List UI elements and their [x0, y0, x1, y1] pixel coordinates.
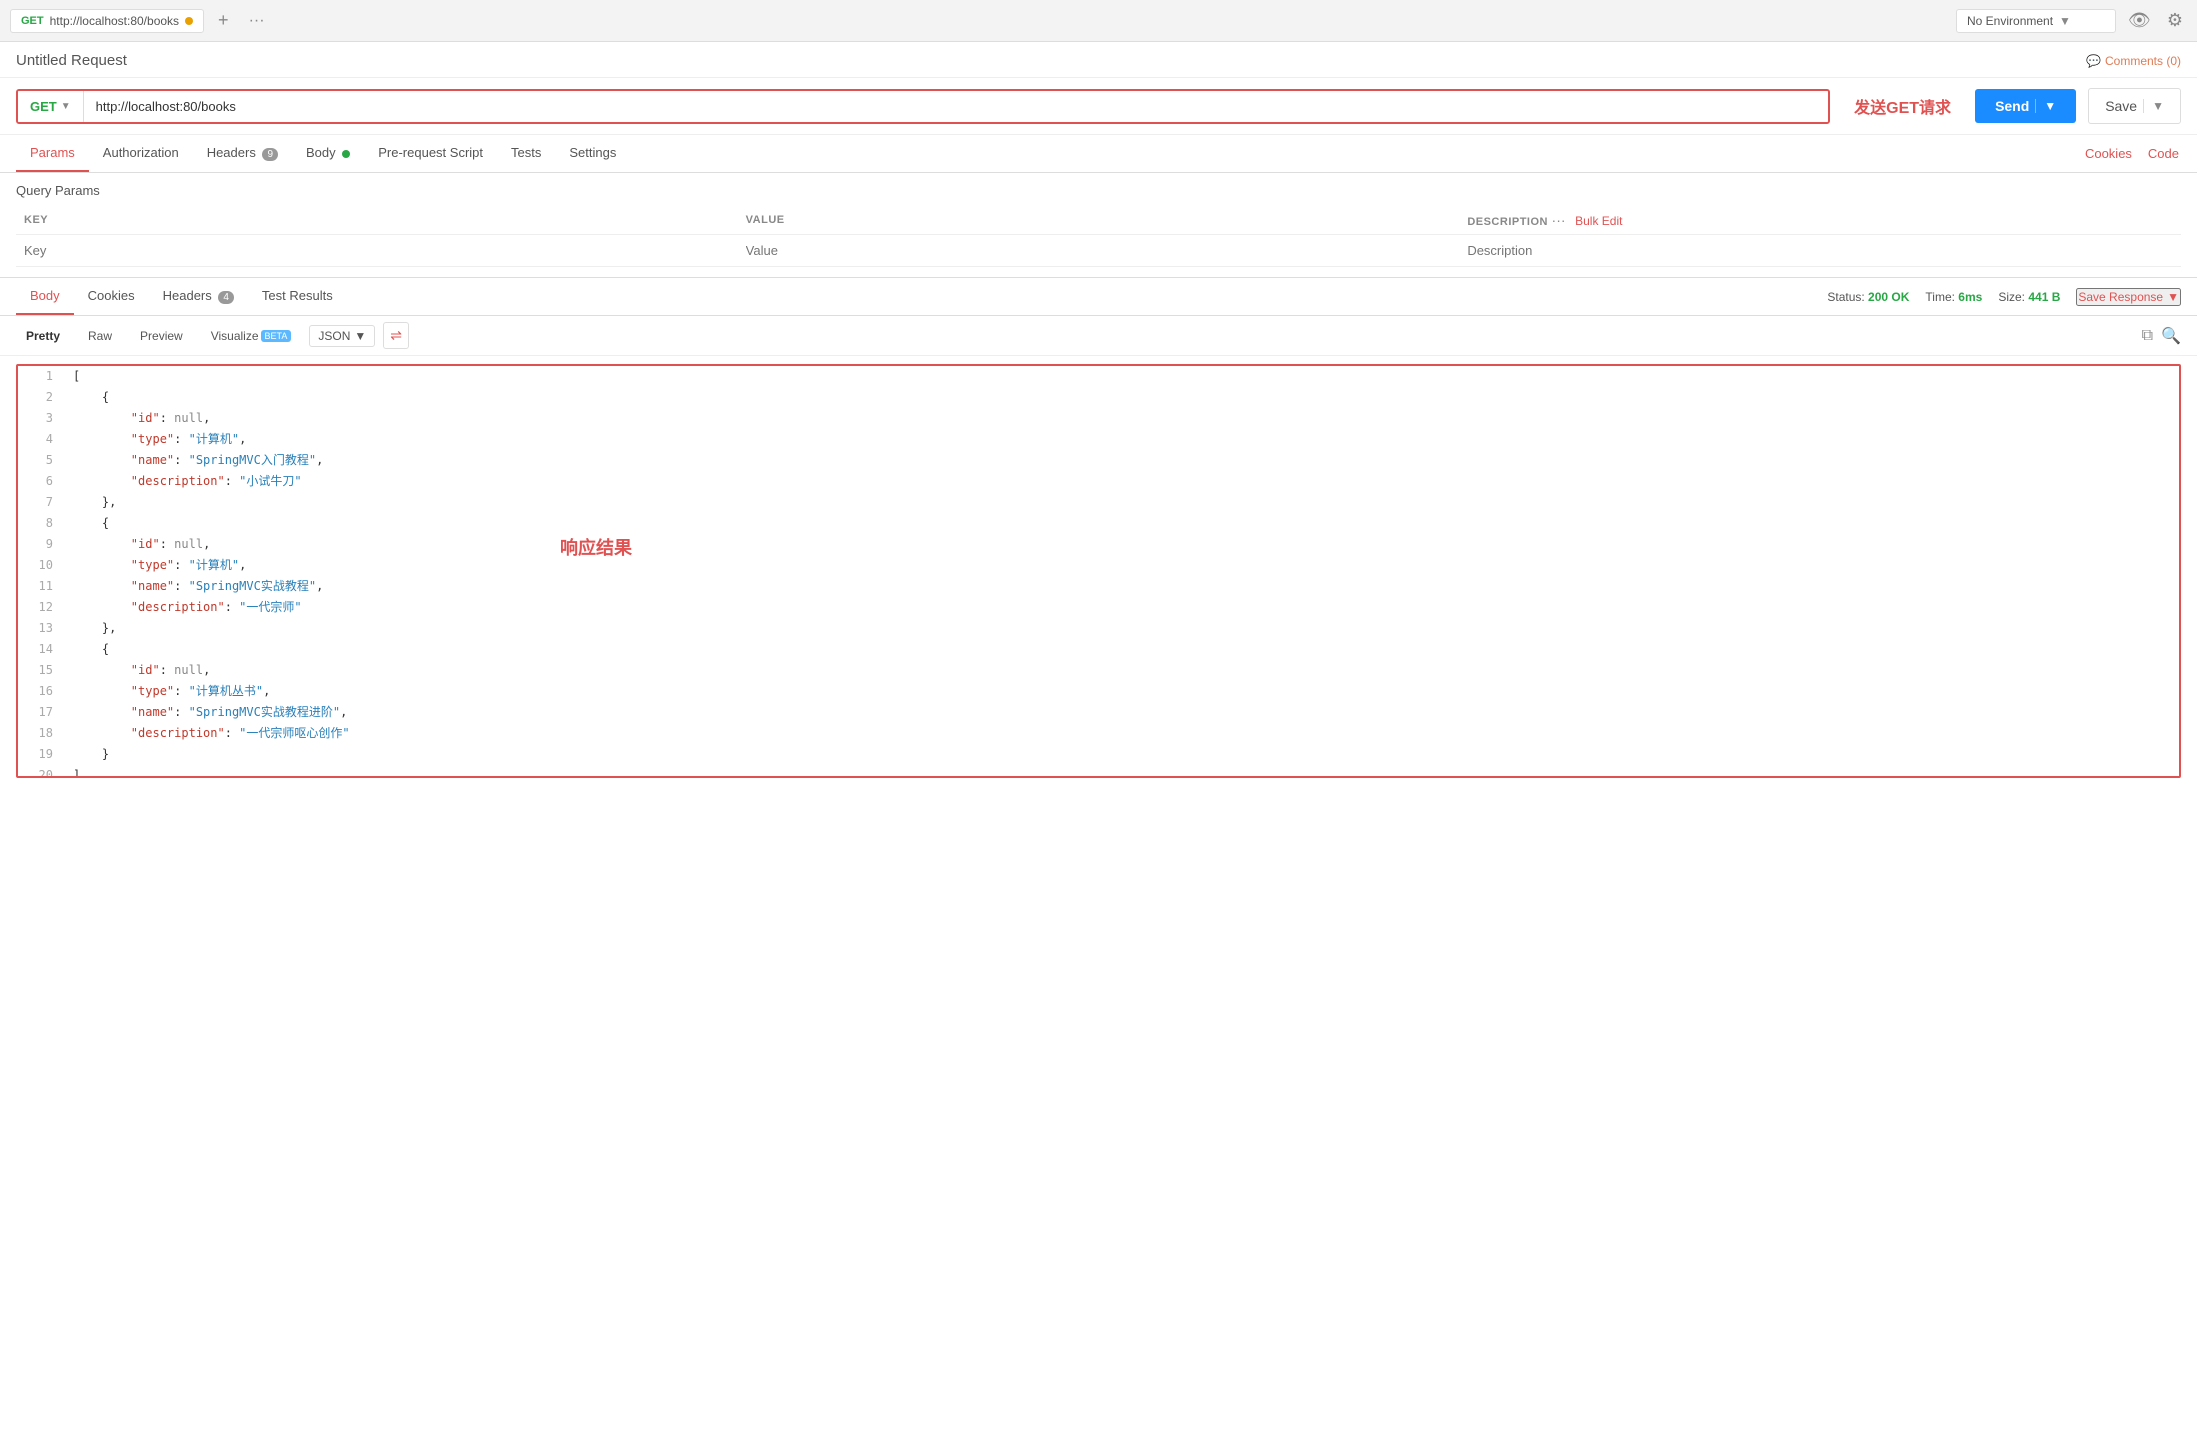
top-bar: GET http://localhost:80/books + ··· No E… — [0, 0, 2197, 42]
description-input[interactable] — [1467, 243, 2173, 258]
response-section: Body Cookies Headers 4 Test Results Stat… — [0, 277, 2197, 778]
save-response-button[interactable]: Save Response ▼ — [2076, 288, 2181, 306]
url-bar: GET ▼ 发送GET请求 Send ▼ Save ▼ — [0, 78, 2197, 135]
tab-prerequest[interactable]: Pre-request Script — [364, 135, 497, 172]
json-code: [ { "id": null, "type": "计算机", "name": "… — [63, 366, 2179, 776]
bulk-edit-button[interactable]: Bulk Edit — [1575, 214, 1622, 228]
more-tabs-button[interactable]: ··· — [243, 10, 271, 32]
response-tools: ⧉ 🔍 — [2142, 326, 2181, 346]
query-params-title: Query Params — [16, 183, 2181, 198]
response-body-container: 12345 678910 1112131415 1617181920 [ { "… — [0, 364, 2197, 778]
key-input[interactable] — [24, 243, 730, 258]
format-visualize[interactable]: VisualizeBETA — [201, 325, 302, 347]
tab-tests[interactable]: Tests — [497, 135, 555, 172]
tab-headers[interactable]: Headers 9 — [193, 135, 292, 172]
comments-label: Comments (0) — [2105, 54, 2181, 68]
more-options-button[interactable]: ··· — [1552, 212, 1566, 228]
request-title-bar: Untitled Request 💬 Comments (0) — [0, 42, 2197, 78]
tab-params[interactable]: Params — [16, 135, 89, 172]
url-input[interactable] — [84, 91, 1829, 122]
method-arrow-icon: ▼ — [61, 101, 71, 112]
col-value: VALUE — [738, 206, 1460, 235]
send-label: Send — [1995, 98, 2029, 114]
resp-tab-body[interactable]: Body — [16, 278, 74, 315]
code-content[interactable]: 12345 678910 1112131415 1617181920 [ { "… — [18, 366, 2179, 776]
code-box: 12345 678910 1112131415 1617181920 [ { "… — [16, 364, 2181, 778]
response-format-bar: Pretty Raw Preview VisualizeBETA JSON ▼ … — [0, 316, 2197, 356]
table-row — [16, 235, 2181, 267]
method-label: GET — [30, 99, 57, 114]
format-preview[interactable]: Preview — [130, 325, 193, 347]
json-arrow: ▼ — [354, 329, 366, 343]
tab-authorization[interactable]: Authorization — [89, 135, 193, 172]
resp-tab-headers[interactable]: Headers 4 — [149, 278, 248, 315]
time-label: Time: 6ms — [1925, 290, 1982, 304]
response-meta: Status: 200 OK Time: 6ms Size: 441 B Sav… — [1827, 288, 2181, 306]
search-icon[interactable]: 🔍 — [2161, 326, 2181, 346]
status-label: Status: 200 OK — [1827, 290, 1909, 304]
line-numbers: 12345 678910 1112131415 1617181920 — [18, 366, 63, 776]
json-label: JSON — [318, 329, 350, 343]
save-dropdown-arrow[interactable]: ▼ — [2143, 99, 2164, 113]
tab-method: GET — [21, 15, 44, 27]
size-value: 441 B — [2028, 290, 2060, 304]
eye-icon[interactable]: 👁 — [2124, 6, 2155, 35]
comments-button[interactable]: 💬 Comments (0) — [2086, 54, 2181, 68]
tabs-right: Cookies Code — [2083, 136, 2181, 171]
col-key: KEY — [16, 206, 738, 235]
params-table: KEY VALUE DESCRIPTION ··· Bulk Edit — [16, 206, 2181, 267]
request-tab[interactable]: GET http://localhost:80/books — [10, 9, 204, 33]
comment-icon: 💬 — [2086, 54, 2101, 68]
tab-body[interactable]: Body — [292, 135, 364, 172]
method-selector[interactable]: GET ▼ — [18, 91, 84, 122]
new-tab-button[interactable]: + — [212, 8, 235, 33]
time-value: 6ms — [1958, 290, 1982, 304]
save-response-arrow: ▼ — [2167, 290, 2179, 304]
query-params-section: Query Params KEY VALUE DESCRIPTION ··· B… — [0, 173, 2197, 277]
response-tabs: Body Cookies Headers 4 Test Results Stat… — [0, 278, 2197, 316]
send-dropdown-arrow[interactable]: ▼ — [2035, 99, 2056, 113]
save-button[interactable]: Save ▼ — [2088, 88, 2181, 124]
environment-selector[interactable]: No Environment ▼ — [1956, 9, 2116, 33]
url-input-group: GET ▼ — [16, 89, 1830, 124]
env-arrow: ▼ — [2059, 14, 2071, 28]
json-format-selector[interactable]: JSON ▼ — [309, 325, 375, 347]
value-input[interactable] — [746, 243, 1452, 258]
gear-icon[interactable]: ⚙ — [2163, 6, 2187, 35]
beta-badge: BETA — [261, 330, 292, 342]
resp-tab-cookies[interactable]: Cookies — [74, 278, 149, 315]
code-link[interactable]: Code — [2146, 136, 2181, 171]
tab-dot-indicator — [185, 17, 193, 25]
tab-settings[interactable]: Settings — [555, 135, 630, 172]
request-tabs: Params Authorization Headers 9 Body Pre-… — [0, 135, 2197, 173]
send-button[interactable]: Send ▼ — [1975, 89, 2076, 123]
format-raw[interactable]: Raw — [78, 325, 122, 347]
wrap-button[interactable]: ⇌ — [383, 322, 409, 349]
resp-tab-test-results[interactable]: Test Results — [248, 278, 347, 315]
send-annotation: 发送GET请求 — [1838, 94, 1967, 118]
env-label: No Environment — [1967, 14, 2053, 28]
request-title: Untitled Request — [16, 52, 127, 69]
col-description: DESCRIPTION ··· Bulk Edit — [1459, 206, 2181, 235]
save-label: Save — [2105, 98, 2137, 114]
size-label: Size: 441 B — [1998, 290, 2060, 304]
tab-url: http://localhost:80/books — [50, 14, 179, 28]
copy-icon[interactable]: ⧉ — [2142, 327, 2153, 345]
top-bar-right: No Environment ▼ 👁 ⚙ — [1956, 6, 2187, 35]
format-pretty[interactable]: Pretty — [16, 325, 70, 347]
save-response-label: Save Response — [2078, 290, 2163, 304]
cookies-link[interactable]: Cookies — [2083, 136, 2134, 171]
status-value: 200 OK — [1868, 290, 1909, 304]
